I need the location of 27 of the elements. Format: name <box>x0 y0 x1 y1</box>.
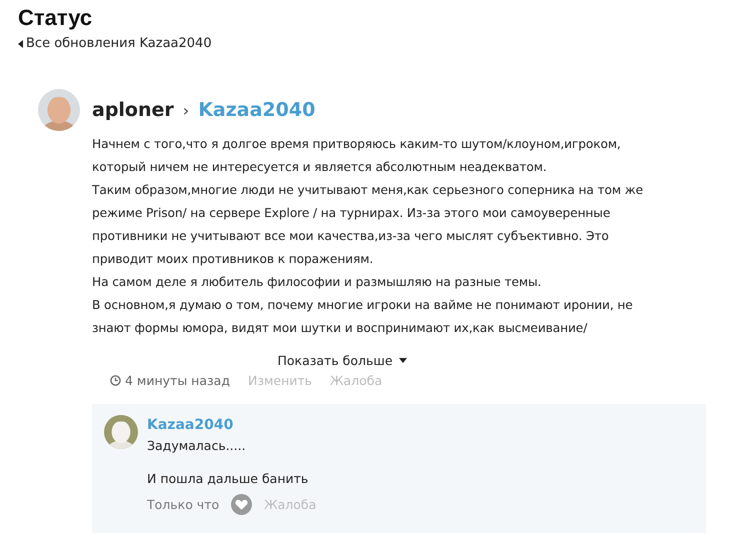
post-text-line: Начнем с того,что я долгое время притворяюсь каким-то шутом/клоуном,игроком, <box>92 136 622 153</box>
post-text-line: знают формы юмора, видят мои шутки и воспринимают их,как высмеивание/ <box>92 320 588 337</box>
separator: › <box>182 100 190 120</box>
back-link[interactable]: Все обновления Kazaa2040 <box>18 36 726 51</box>
post-text-line: В основном,я думаю о том, почему многие игроки на вайме не понимают иронии, не <box>92 297 634 314</box>
caret-icon <box>18 40 23 48</box>
post-text-line: противники не учитывают все мои качества,из-за чего мыслят субъективно. Это <box>92 228 610 245</box>
post-text-line: Таким образом,многие люди не учитывают меня,как серьезного соперника на том же <box>92 182 644 199</box>
post-text-line: режиме Prison/ на сервере Explore / на турнирах. Из-за этого мои самоуверенные <box>92 205 612 222</box>
show-more-button[interactable]: Показать больше <box>277 353 407 368</box>
action-link[interactable]: Изменить <box>248 373 312 388</box>
post-text-line: который ничем не интересуется и является абсолютным неадекватом. <box>92 159 548 176</box>
comment-text: Задумалась..... <box>147 438 247 453</box>
action-link[interactable]: Жалоба <box>330 373 382 388</box>
post-text-line: На самом деле я любитель философии и размышляю на разные темы. <box>92 274 542 291</box>
page-title: Статус <box>18 5 94 31</box>
post-text-line: приводит моих противников к поражениям. <box>92 251 374 268</box>
caret-icon <box>398 358 407 363</box>
report-link[interactable]: Жалоба <box>264 497 316 512</box>
author-name[interactable]: aploner <box>92 99 174 121</box>
back-link-text: Все обновления Kazaa2040 <box>26 36 212 51</box>
comment-time: Только что <box>147 497 220 512</box>
comment-text: И пошла дальше банить <box>147 471 310 486</box>
target-name[interactable]: Kazaa2040 <box>198 99 316 121</box>
post-time: 4 минуты назад <box>125 373 230 388</box>
comment-author[interactable]: Kazaa2040 <box>147 417 694 433</box>
clock-icon <box>110 375 121 386</box>
